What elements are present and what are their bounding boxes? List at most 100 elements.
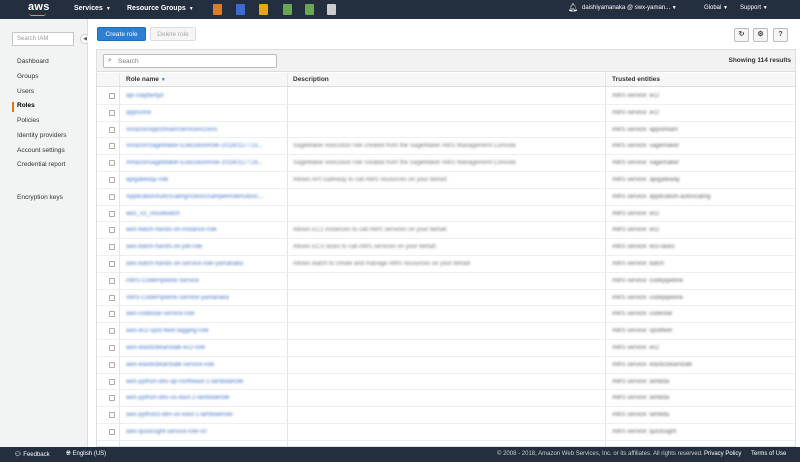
row-checkbox[interactable] — [109, 311, 115, 318]
feedback-link[interactable]: 💬︎ Feedback — [14, 451, 50, 458]
table-row[interactable]: aws-python-dev-ap-northeast-1-lambdaRole… — [97, 374, 795, 391]
role-name-link[interactable]: ApplicationAutoScalingActionsSampleRoleA… — [126, 194, 286, 200]
row-checkbox[interactable] — [109, 378, 115, 385]
support-menu[interactable]: Support ▼ — [740, 5, 768, 11]
row-checkbox[interactable] — [109, 160, 115, 167]
row-checkbox[interactable] — [109, 261, 115, 267]
table-row[interactable]: apigateway-role Allows API Gateway to cal… — [97, 172, 795, 189]
gear-icon[interactable]: ⚙ — [753, 28, 768, 42]
table-row[interactable]: aws-ec2-spot-fleet-tagging-role AWS servi… — [97, 323, 795, 340]
ec2-icon[interactable] — [213, 4, 222, 15]
row-checkbox[interactable] — [109, 193, 115, 200]
sidebar-item-identity-providers[interactable]: Identity providers — [17, 132, 67, 139]
role-name-link[interactable]: api-claybertyd — [126, 93, 286, 99]
role-name-link[interactable]: aws-quicksight-service-role-v0 — [126, 429, 286, 435]
help-icon[interactable]: ? — [773, 28, 788, 42]
elasticbeanstalk-icon[interactable] — [305, 4, 314, 15]
table-row[interactable]: AWS-CodePipeline-Service AWS service: cod… — [97, 273, 795, 290]
sidebar-item-encryption-keys[interactable]: Encryption keys — [17, 194, 63, 201]
table-row[interactable]: AWS-CodePipeline-Service-yamanaka AWS ser… — [97, 290, 795, 307]
table-row[interactable]: aws-elasticbeanstalk-service-role AWS ser… — [97, 357, 795, 374]
role-name-link[interactable]: aws-python-dev-us-east-2-lambdaRole — [126, 395, 286, 401]
row-checkbox[interactable] — [109, 361, 115, 368]
row-checkbox[interactable] — [109, 143, 115, 150]
create-role-button[interactable]: Create role — [97, 27, 146, 41]
aws-logo[interactable]: aws — [28, 1, 50, 16]
sidebar-item-account-settings[interactable]: Account settings — [17, 147, 65, 154]
table-row[interactable]: AmazonAppStreamServiceAccess AWS service:… — [97, 122, 795, 139]
row-checkbox[interactable] — [109, 328, 115, 335]
table-row[interactable]: aws_s3_cloudwatch AWS service: ec2 — [97, 206, 795, 223]
row-checkbox[interactable] — [109, 412, 115, 419]
role-name-link[interactable]: AmazonSageMaker-ExecutionRole-20180117T1… — [126, 160, 286, 166]
dynamodb-icon[interactable] — [236, 4, 245, 15]
terms-of-use-link[interactable]: Terms of Use — [751, 451, 786, 457]
role-name-link[interactable]: apigateway-role — [126, 177, 286, 183]
services-menu[interactable]: Services ▼ — [74, 5, 111, 12]
sidebar-item-credential-report[interactable]: Credential report — [17, 161, 65, 168]
codestar-icon[interactable] — [283, 4, 292, 15]
sidebar-item-users[interactable]: Users — [17, 88, 34, 95]
role-name-link[interactable]: aws_s3_cloudwatch — [126, 211, 286, 217]
role-name-link[interactable]: AWS-CodePipeline-Service — [126, 278, 286, 284]
sidebar-item-roles[interactable]: Roles — [17, 102, 35, 109]
row-checkbox[interactable] — [109, 177, 115, 183]
role-name-link[interactable]: AmazonAppStreamServiceAccess — [126, 127, 286, 133]
sidebar-item-policies[interactable]: Policies — [17, 117, 39, 124]
table-row[interactable]: AmazonSageMaker-ExecutionRole-20180117T1… — [97, 155, 795, 172]
table-row[interactable]: api-claybertyd AWS service: ec2 — [97, 88, 795, 105]
role-name-link[interactable]: aws-batch-hands-on-instance-role — [126, 227, 286, 233]
row-checkbox[interactable] — [109, 93, 115, 99]
search-input[interactable]: ⌕ Search — [103, 54, 277, 68]
table-row[interactable]: ApplicationAutoScalingActionsSampleRoleA… — [97, 189, 795, 206]
table-row[interactable]: aws-quicksight-service-role-v0 AWS servic… — [97, 424, 795, 441]
delete-role-button[interactable]: Delete role — [150, 27, 196, 41]
lambda-icon[interactable] — [259, 4, 268, 15]
account-menu[interactable]: daishiyamanaka @ swx-yaman... ▼ — [582, 5, 677, 11]
language-selector[interactable]: 🌐︎ English (US) — [66, 451, 106, 458]
row-checkbox[interactable] — [109, 294, 115, 301]
table-row[interactable]: apprunne AWS service: ec2 — [97, 105, 795, 122]
table-row[interactable]: aws-elasticbeanstalk-ec2-role AWS service… — [97, 340, 795, 357]
role-name-link[interactable]: aws-python3-dev-us-east-1-lambdaRole — [126, 412, 286, 418]
pin-icon[interactable] — [327, 4, 336, 15]
column-trusted-entities[interactable]: Trusted entities — [612, 76, 660, 83]
refresh-icon[interactable]: ↻ — [734, 28, 749, 42]
sidebar-search-input[interactable]: Search IAM — [12, 32, 74, 46]
role-name-link[interactable]: aws-elasticbeanstalk-ec2-role — [126, 345, 286, 351]
role-name-link[interactable]: aws-ec2-spot-fleet-tagging-role — [126, 328, 286, 334]
column-role-name[interactable]: Role name ▼ — [126, 76, 166, 83]
table-row[interactable]: aws-python-dev-us-east-2-lambdaRole AWS s… — [97, 390, 795, 408]
region-menu[interactable]: Global ▼ — [704, 5, 728, 11]
column-description[interactable]: Description — [293, 76, 329, 83]
row-checkbox[interactable] — [109, 227, 115, 234]
table-row[interactable]: aws-batch-hands-on-service-role-yamanaka… — [97, 256, 795, 273]
sidebar-item-dashboard[interactable]: Dashboard — [17, 58, 49, 65]
row-checkbox[interactable] — [109, 210, 115, 217]
role-name-link[interactable]: apprunne — [126, 110, 286, 116]
bell-icon[interactable]: 🔔︎ — [568, 3, 578, 12]
row-checkbox[interactable] — [109, 429, 115, 435]
row-checkbox[interactable] — [109, 277, 115, 284]
table-row[interactable]: aws-python3-dev-us-east-1-lambdaRole AWS … — [97, 407, 795, 424]
sidebar-item-groups[interactable]: Groups — [17, 73, 38, 80]
table-row[interactable]: aws-batch-hands-on-job-role Allows ECS ta… — [97, 239, 795, 256]
table-row[interactable]: AmazonSageMaker-ExecutionRole-20180117T1… — [97, 138, 795, 156]
role-name-link[interactable]: aws-elasticbeanstalk-service-role — [126, 362, 286, 368]
resource-groups-menu[interactable]: Resource Groups ▼ — [127, 5, 194, 12]
row-checkbox[interactable] — [109, 345, 115, 351]
role-name-link[interactable]: aws-batch-hands-on-service-role-yamanaka — [126, 261, 286, 267]
role-name-link[interactable]: aws-batch-hands-on-job-role — [126, 244, 286, 250]
row-checkbox[interactable] — [109, 244, 115, 251]
table-row[interactable]: aws-codestar-service-role AWS service: co… — [97, 306, 795, 324]
privacy-policy-link[interactable]: Privacy Policy — [704, 451, 741, 457]
row-checkbox[interactable] — [109, 109, 115, 116]
table-row[interactable]: aws-batch-hands-on-instance-role Allows E… — [97, 222, 795, 240]
top-nav-bar: aws Services ▼ Resource Groups ▼ 🔔︎ daishi… — [0, 0, 800, 19]
role-name-link[interactable]: aws-codestar-service-role — [126, 311, 286, 317]
role-name-link[interactable]: AWS-CodePipeline-Service-yamanaka — [126, 295, 286, 301]
role-name-link[interactable]: AmazonSageMaker-ExecutionRole-20180117T1… — [126, 143, 286, 149]
role-name-link[interactable]: aws-python-dev-ap-northeast-1-lambdaRole — [126, 379, 286, 385]
row-checkbox[interactable] — [109, 126, 115, 133]
row-checkbox[interactable] — [109, 395, 115, 402]
